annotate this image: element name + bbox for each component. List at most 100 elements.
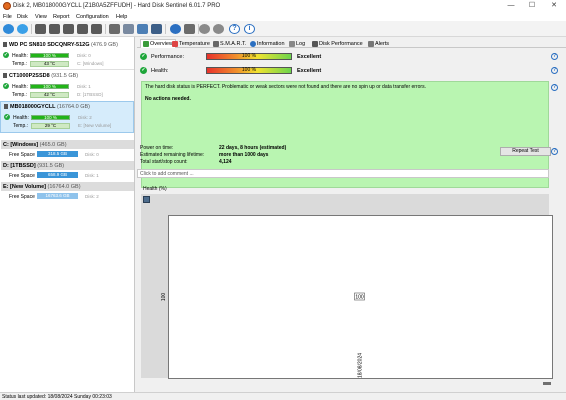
maximize-button[interactable]: ☐ bbox=[521, 1, 543, 11]
lifetime-value: more than 1000 days bbox=[219, 152, 269, 158]
hdd-icon bbox=[4, 104, 8, 109]
repeat-test-button[interactable]: Repeat Test bbox=[500, 147, 551, 156]
health-ok-icon: ✓ bbox=[3, 83, 9, 89]
tab-bar: Overview Temperature S.M.A.R.T. Informat… bbox=[137, 38, 566, 48]
report-icon[interactable] bbox=[123, 24, 134, 34]
help-icon[interactable]: ? bbox=[229, 24, 240, 34]
disk-name: WD PC SN810 SDCQNRY-512G (476.9 GB) bbox=[9, 42, 118, 48]
health-ok-icon: ✓ bbox=[3, 52, 9, 58]
volume-header[interactable]: E: [New Volume] (16764.0 GB) bbox=[1, 182, 134, 191]
health-rating: Excellent bbox=[297, 68, 322, 74]
divider bbox=[0, 69, 134, 70]
monitor-icon[interactable] bbox=[151, 24, 162, 34]
disk-number: Disk: 0 bbox=[85, 152, 99, 157]
thermometer-icon bbox=[172, 40, 178, 47]
health-label: Health: bbox=[13, 115, 29, 121]
disk-item-2-selected[interactable]: MB018000GYCLL (16764.0 GB) ✓ Health: 100… bbox=[0, 101, 134, 133]
tab-alerts[interactable]: Alerts bbox=[366, 39, 391, 48]
power-on-label: Power on time: bbox=[140, 145, 174, 151]
alerts-icon bbox=[368, 40, 374, 47]
resize-grip[interactable] bbox=[543, 382, 551, 385]
startstop-label: Total start/stop count: bbox=[140, 159, 188, 165]
toolbar-separator bbox=[165, 24, 166, 34]
disk-name: CT1000P2SSD8 (931.5 GB) bbox=[9, 73, 79, 79]
settings-icon[interactable] bbox=[213, 24, 224, 34]
smart-icon bbox=[213, 40, 219, 47]
hdd-icon[interactable] bbox=[91, 24, 102, 34]
menu-help[interactable]: Help bbox=[116, 14, 127, 20]
refresh-icon[interactable] bbox=[3, 24, 14, 34]
network-icon[interactable] bbox=[170, 24, 181, 34]
help-icon[interactable]: ? bbox=[551, 67, 558, 74]
lifetime-label: Estimated remaining lifetime: bbox=[140, 152, 205, 158]
health-chart-svg: 100 100 18/08/2024 bbox=[161, 293, 365, 378]
comment-input[interactable]: Click to add comment ... bbox=[137, 169, 549, 178]
free-space-bar: 658.9 GB bbox=[37, 172, 78, 178]
volume-name: D: [1TBSSD] bbox=[77, 92, 103, 97]
toolbar: ? i bbox=[0, 21, 566, 37]
save-icon[interactable] bbox=[143, 196, 150, 203]
disk-item-1[interactable]: CT1000P2SSD8 (931.5 GB) ✓ Health: 100 % … bbox=[0, 71, 134, 101]
menu-configuration[interactable]: Configuration bbox=[76, 14, 109, 20]
disk-name: MB018000GYCLL (16764.0 GB) bbox=[10, 104, 91, 110]
disk-number: Disk: 0 bbox=[77, 53, 91, 58]
settings-icon[interactable] bbox=[199, 24, 210, 34]
close-button[interactable]: ✕ bbox=[543, 1, 565, 11]
volume-header[interactable]: D: [1TBSSD] (931.5 GB) bbox=[1, 161, 134, 170]
hdd-icon[interactable] bbox=[49, 24, 60, 34]
tab-smart[interactable]: S.M.A.R.T. bbox=[211, 39, 248, 48]
status-bar-text: Status last updated: 18/08/2024 Sunday 0… bbox=[2, 394, 112, 400]
performance-label: Performance: bbox=[151, 54, 185, 60]
health-label: Health: bbox=[151, 68, 169, 74]
hdd-icon[interactable] bbox=[63, 24, 74, 34]
data-label-text: 100 bbox=[355, 295, 364, 301]
menu-view[interactable]: View bbox=[35, 14, 47, 20]
tab-temperature[interactable]: Temperature bbox=[170, 39, 212, 48]
volume-header[interactable]: C: [Windows] (465.0 GB) bbox=[1, 140, 134, 149]
help-icon[interactable]: ? bbox=[551, 84, 558, 91]
overview-panel: ✓ Performance: 100 % Excellent ? ✓ Healt… bbox=[137, 48, 566, 392]
help-icon[interactable]: ? bbox=[551, 148, 558, 155]
menu-report[interactable]: Report bbox=[53, 14, 70, 20]
tab-disk-performance[interactable]: Disk Performance bbox=[310, 39, 365, 48]
free-space-bar: 318.5 GB bbox=[37, 151, 78, 157]
info-icon bbox=[250, 40, 256, 47]
info-icon[interactable]: i bbox=[244, 24, 255, 34]
status-text: The hard disk status is PERFECT. Problem… bbox=[145, 84, 426, 90]
tab-log[interactable]: Log bbox=[287, 39, 307, 48]
volume-name: E: [New Volume] bbox=[78, 123, 112, 128]
startstop-value: 4,124 bbox=[219, 159, 232, 165]
window-title: Disk 2, MB018000GYCLL [Z1B0A5ZFFUDH] - H… bbox=[13, 3, 221, 9]
temperature-value: 29 °C bbox=[31, 123, 70, 129]
disk-list-pane: WD PC SN810 SDCQNRY-512G (476.9 GB) ✓ He… bbox=[0, 37, 135, 392]
performance-ok-icon: ✓ bbox=[140, 53, 147, 60]
status-action: No actions needed. bbox=[145, 96, 191, 102]
monitor-icon[interactable] bbox=[137, 24, 148, 34]
disk-number: Disk: 1 bbox=[77, 84, 91, 89]
app-logo-icon bbox=[3, 2, 11, 10]
hdd-icon[interactable] bbox=[77, 24, 88, 34]
minimize-button[interactable]: — bbox=[500, 1, 522, 11]
tab-information[interactable]: Information bbox=[248, 39, 287, 48]
health-bar: 100 % bbox=[206, 67, 292, 74]
refresh-all-icon[interactable] bbox=[17, 24, 28, 34]
menu-disk[interactable]: Disk bbox=[17, 14, 28, 20]
temp-label: Temp.: bbox=[12, 92, 28, 98]
free-space-bar: 16763.6 GB bbox=[37, 193, 78, 199]
disk-number: Disk: 2 bbox=[78, 115, 92, 120]
health-chart-plot: 100 100 18/08/2024 bbox=[161, 215, 553, 379]
x-tick-label: 18/08/2024 bbox=[358, 353, 364, 378]
health-label: Health: bbox=[12, 84, 28, 90]
help-icon[interactable]: ? bbox=[551, 53, 558, 60]
health-bar: 100 % bbox=[30, 84, 69, 89]
performance-bar: 100 % bbox=[206, 53, 292, 60]
power-on-value: 22 days, 8 hours (estimated) bbox=[219, 145, 287, 151]
temp-label: Temp.: bbox=[12, 61, 28, 67]
temperature-value: 42 °C bbox=[30, 92, 69, 98]
hdd-icon[interactable] bbox=[35, 24, 46, 34]
menu-file[interactable]: File bbox=[3, 14, 12, 20]
title-bar: Disk 2, MB018000GYCLL [Z1B0A5ZFFUDH] - H… bbox=[0, 0, 566, 12]
performance-icon bbox=[312, 40, 318, 47]
keyboard-icon[interactable] bbox=[184, 24, 195, 34]
printer-icon[interactable] bbox=[109, 24, 120, 34]
